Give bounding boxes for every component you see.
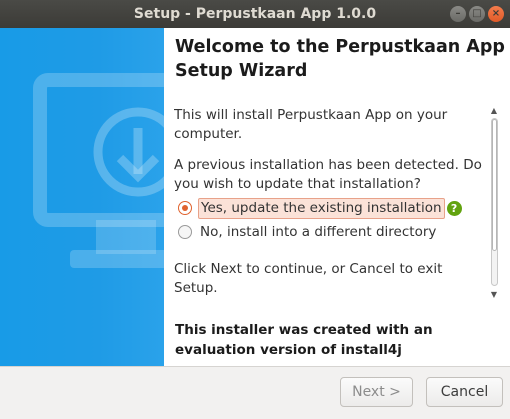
next-button[interactable]: Next > [340, 377, 413, 407]
help-icon[interactable]: ? [446, 200, 462, 216]
sidebar-banner [0, 28, 164, 366]
vertical-scrollbar[interactable]: ▲ ▼ [488, 106, 500, 300]
cancel-button[interactable]: Cancel [426, 377, 503, 407]
option-install-new[interactable]: No, install into a different directory [174, 220, 486, 244]
radio-install-new[interactable] [178, 225, 192, 239]
button-bar: Next > Cancel [0, 366, 510, 419]
wizard-content: Welcome to the Perpustkaan App Setup Wiz… [164, 28, 510, 366]
scroll-track[interactable] [491, 118, 498, 286]
monitor-download-icon [33, 73, 164, 268]
previous-install-text: A previous installation has been detecte… [174, 157, 482, 192]
scroll-thumb[interactable] [492, 119, 497, 251]
window-title: Setup - Perpustkaan App 1.0.0 [133, 6, 377, 22]
option-update-existing[interactable]: Yes, update the existing installation ? [174, 196, 486, 220]
evaluation-note: This installer was created with an evalu… [175, 322, 433, 358]
scroll-up-icon[interactable]: ▲ [488, 106, 500, 116]
continue-text: Click Next to continue, or Cancel to exi… [174, 261, 443, 296]
description-scroll-area[interactable]: This will install Perpustkaan App on you… [174, 106, 486, 300]
close-button[interactable]: × [488, 6, 504, 22]
scroll-down-icon[interactable]: ▼ [488, 290, 500, 300]
title-bar: Setup - Perpustkaan App 1.0.0 – □ × [0, 0, 510, 28]
maximize-button[interactable]: □ [469, 6, 485, 22]
option-install-label[interactable]: No, install into a different directory [198, 223, 438, 242]
radio-update-existing[interactable] [178, 201, 192, 215]
page-title: Welcome to the Perpustkaan App Setup Wiz… [175, 37, 505, 81]
window-controls: – □ × [450, 6, 504, 22]
minimize-button[interactable]: – [450, 6, 466, 22]
intro-text: This will install Perpustkaan App on you… [174, 107, 448, 142]
option-update-label[interactable]: Yes, update the existing installation [198, 197, 445, 219]
